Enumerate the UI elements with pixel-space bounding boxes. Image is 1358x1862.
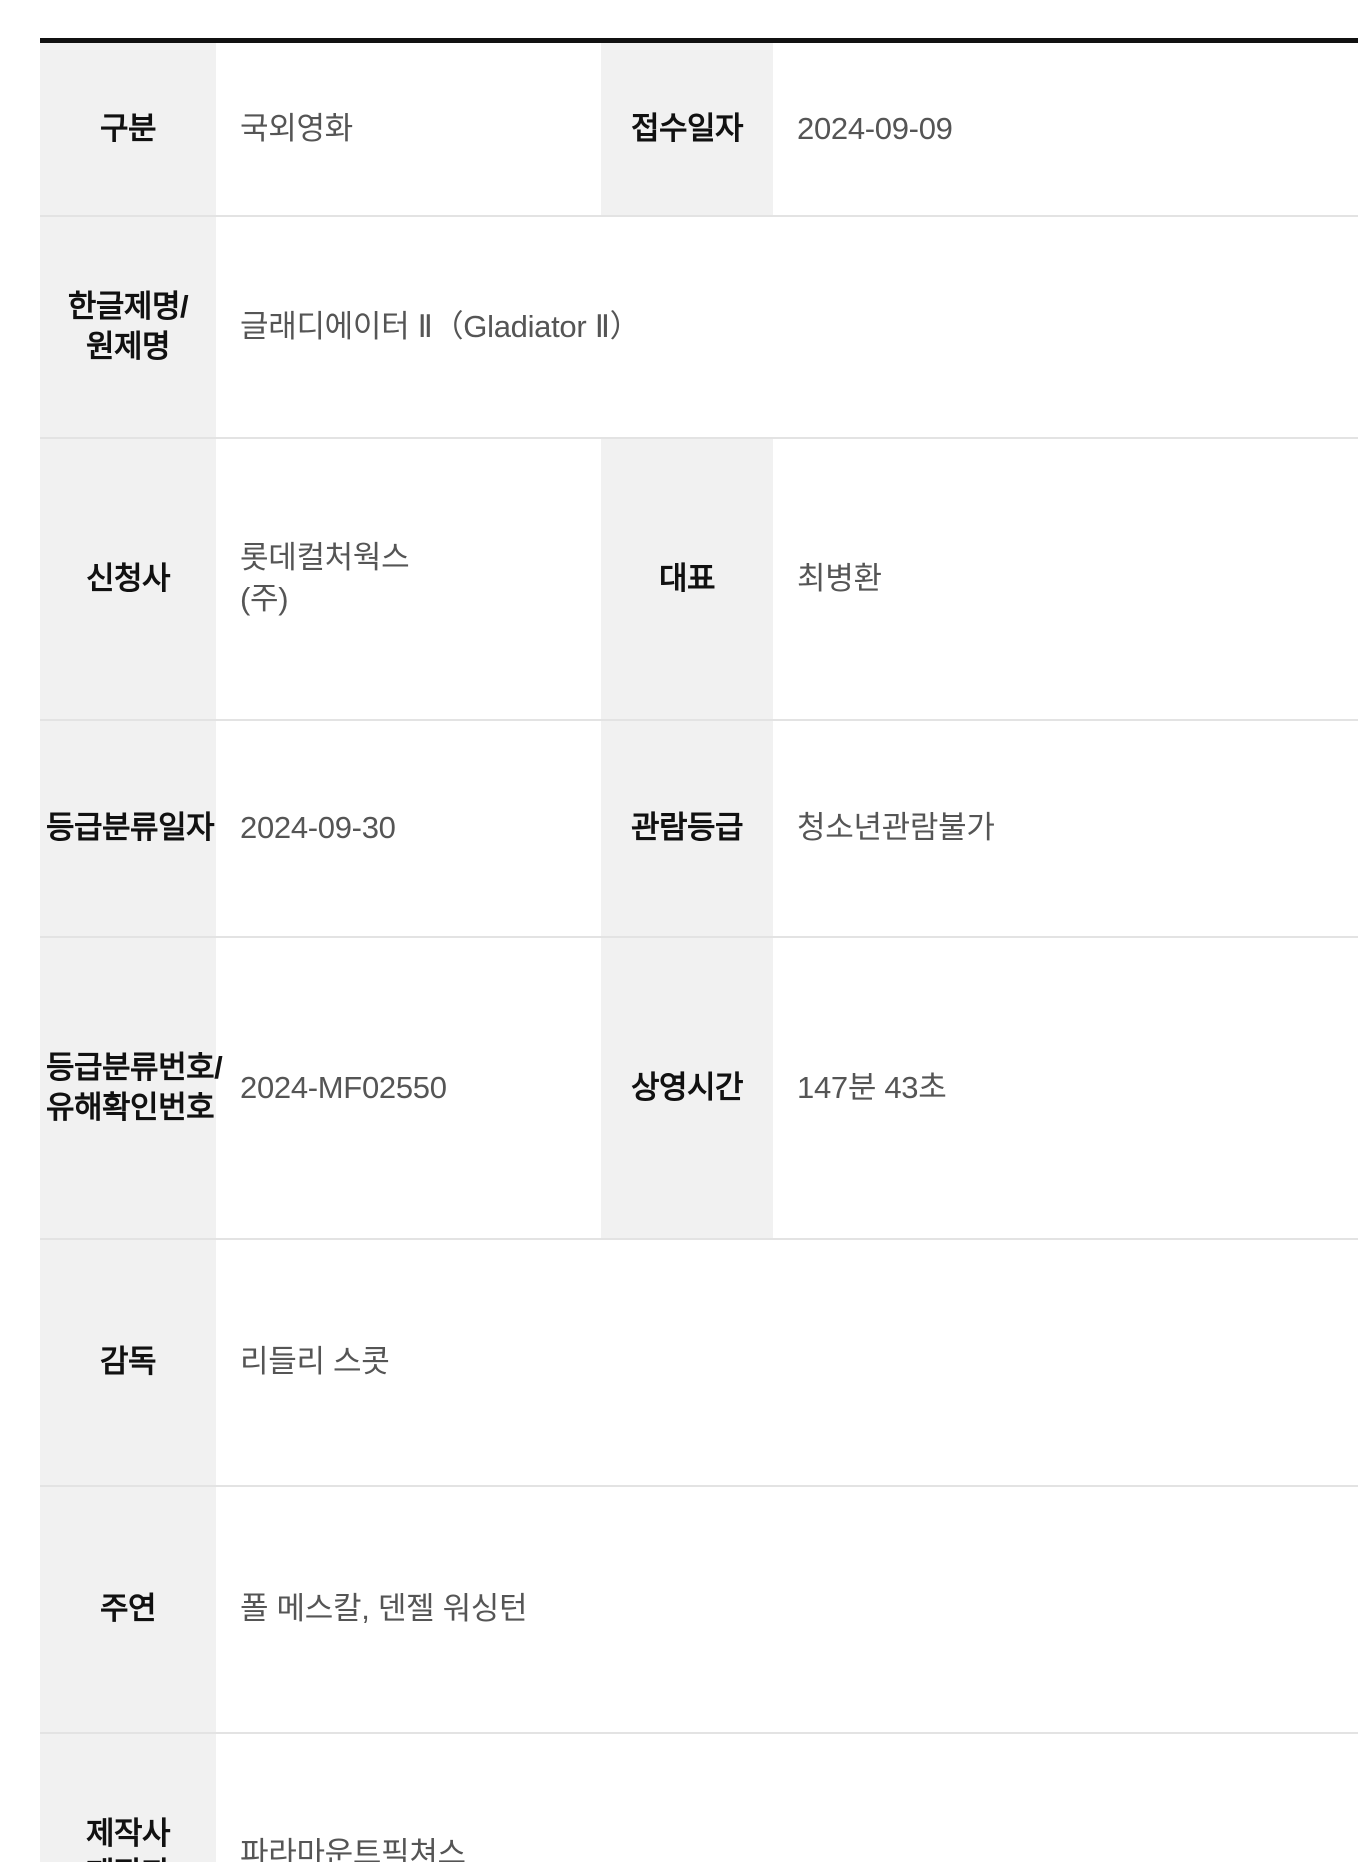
label-category: 구분	[40, 40, 216, 216]
table-row-category: 구분 국외영화 접수일자 2024-09-09	[40, 40, 1358, 216]
table-row-cast: 주연 폴 메스칼, 덴젤 워싱턴	[40, 1486, 1358, 1733]
label-receipt-date: 접수일자	[601, 40, 773, 216]
value-production-company: 파라마운트픽쳐스	[216, 1733, 1358, 1862]
table-row-production-company: 제작사(제작자) 파라마운트픽쳐스	[40, 1733, 1358, 1862]
value-rating-number: 2024-MF02550	[216, 937, 601, 1239]
value-applicant: 롯데컬처웍스 (주)	[216, 438, 601, 720]
table-row-rating-date: 등급분류일자 2024-09-30 관람등급 청소년관람불가	[40, 720, 1358, 937]
label-running-time: 상영시간	[601, 937, 773, 1239]
label-production-company: 제작사(제작자)	[40, 1733, 216, 1862]
value-director: 리들리 스콧	[216, 1239, 1358, 1486]
value-rating-date: 2024-09-30	[216, 720, 601, 937]
value-korean-original-title: 글래디에이터 Ⅱ（Gladiator Ⅱ）	[216, 216, 1358, 438]
label-rating-grade: 관람등급	[601, 720, 773, 937]
label-director: 감독	[40, 1239, 216, 1486]
value-representative: 최병환	[773, 438, 1358, 720]
value-applicant-line-2: (주)	[240, 581, 289, 616]
label-applicant: 신청사	[40, 438, 216, 720]
label-korean-original-title: 한글제명/원제명	[40, 216, 216, 438]
movie-detail-table: 구분 국외영화 접수일자 2024-09-09 한글제명/원제명 글래디에이터 …	[40, 38, 1358, 1862]
movie-rating-detail-page: 구분 국외영화 접수일자 2024-09-09 한글제명/원제명 글래디에이터 …	[0, 0, 1358, 1862]
value-rating-grade: 청소년관람불가	[773, 720, 1358, 937]
label-representative: 대표	[601, 438, 773, 720]
value-category: 국외영화	[216, 40, 601, 216]
detail-table-wrapper: 구분 국외영화 접수일자 2024-09-09 한글제명/원제명 글래디에이터 …	[40, 38, 1358, 1862]
table-row-director: 감독 리들리 스콧	[40, 1239, 1358, 1486]
value-receipt-date: 2024-09-09	[773, 40, 1358, 216]
table-row-rating-number: 등급분류번호/유해확인번호 2024-MF02550 상영시간 147분 43초	[40, 937, 1358, 1239]
label-rating-date: 등급분류일자	[40, 720, 216, 937]
value-applicant-line-1: 롯데컬처웍스	[240, 540, 410, 576]
label-cast: 주연	[40, 1486, 216, 1733]
value-cast: 폴 메스칼, 덴젤 워싱턴	[216, 1486, 1358, 1733]
table-row-title: 한글제명/원제명 글래디에이터 Ⅱ（Gladiator Ⅱ）	[40, 216, 1358, 438]
value-running-time: 147분 43초	[773, 937, 1358, 1239]
table-row-applicant: 신청사 롯데컬처웍스 (주) 대표 최병환	[40, 438, 1358, 720]
label-rating-number: 등급분류번호/유해확인번호	[40, 937, 223, 1239]
